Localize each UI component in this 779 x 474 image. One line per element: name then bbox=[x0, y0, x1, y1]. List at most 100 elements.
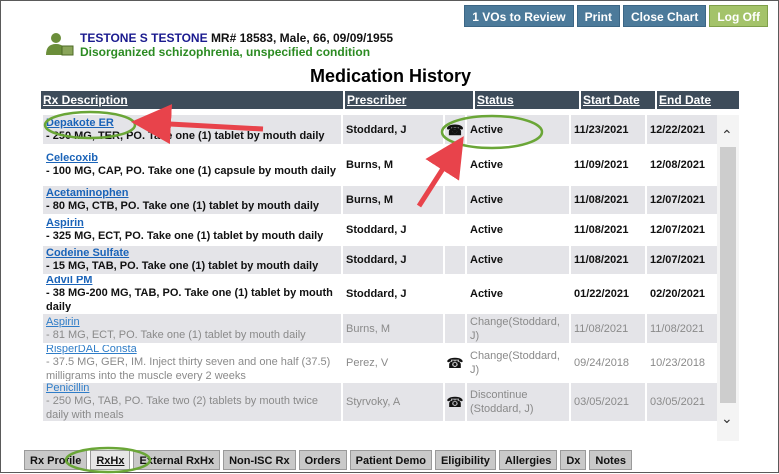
end-date-cell: 10/23/2018 bbox=[647, 345, 717, 381]
telephone-icon: ☎ bbox=[446, 121, 464, 138]
phone-icon-cell: ☎ bbox=[445, 383, 467, 421]
table-scrollbar[interactable]: ⌃ ⌄ bbox=[717, 115, 739, 441]
sig-text: - 15 MG, TAB, PO. Take one (1) tablet by… bbox=[46, 260, 319, 272]
scrollbar-thumb[interactable] bbox=[720, 147, 736, 403]
tab-external-rxhx[interactable]: External RxHx bbox=[133, 450, 221, 470]
rx-description-cell: Penicillin - 250 MG, TAB, PO. Take two (2… bbox=[43, 383, 343, 421]
tab-orders[interactable]: Orders bbox=[298, 450, 347, 470]
patient-name: TESTONE S TESTONE bbox=[80, 31, 208, 45]
prescriber-cell: Burns, M bbox=[343, 186, 445, 214]
table-row[interactable]: Penicillin - 250 MG, TAB, PO. Take two (2… bbox=[43, 383, 717, 423]
telephone-icon: ☎ bbox=[446, 394, 464, 410]
end-date-cell: 02/20/2021 bbox=[647, 276, 717, 312]
drug-link[interactable]: Acetaminophen bbox=[46, 187, 129, 199]
table-row[interactable]: RisperDAL Consta - 37.5 MG, GER, IM. Inje… bbox=[43, 345, 717, 383]
drug-link[interactable]: Celecoxib bbox=[46, 152, 98, 164]
tab-eligibility[interactable]: Eligibility bbox=[434, 450, 496, 470]
phone-icon-cell bbox=[445, 146, 467, 184]
end-date-cell: 03/05/2021 bbox=[647, 383, 717, 421]
rx-description-cell: RisperDAL Consta - 37.5 MG, GER, IM. Inje… bbox=[43, 345, 343, 381]
close-chart-button[interactable]: Close Chart bbox=[622, 5, 707, 27]
rx-description-cell: Aspirin - 81 MG, ECT, PO. Take one (1) ta… bbox=[43, 314, 343, 343]
end-date-cell: 12/07/2021 bbox=[647, 186, 717, 214]
tab-rxhx[interactable]: RxHx bbox=[90, 450, 131, 470]
chevron-down-icon[interactable]: ⌄ bbox=[721, 410, 733, 427]
end-date-cell: 12/22/2021 bbox=[647, 115, 717, 144]
prescriber-cell: Stoddard, J bbox=[343, 115, 445, 144]
table-row[interactable]: Depakote ER - 250 MG, TER, PO. Take one (… bbox=[43, 115, 717, 146]
start-date-cell: 01/22/2021 bbox=[571, 276, 647, 312]
rx-description-cell: Codeine Sulfate - 15 MG, TAB, PO. Take on… bbox=[43, 246, 343, 274]
prescriber-cell: Styrvoky, A bbox=[343, 383, 445, 421]
column-status[interactable]: Status bbox=[475, 91, 581, 109]
rx-description-cell: Depakote ER - 250 MG, TER, PO. Take one (… bbox=[43, 115, 343, 144]
top-toolbar: 1 VOs to Review Print Close Chart Log Of… bbox=[464, 5, 768, 27]
sig-text: - 100 MG, CAP, PO. Take one (1) capsule … bbox=[46, 165, 336, 177]
drug-link[interactable]: Codeine Sulfate bbox=[46, 247, 129, 259]
status-cell: Active bbox=[467, 115, 571, 144]
tab-allergies[interactable]: Allergies bbox=[498, 450, 558, 470]
tab-rx-profile[interactable]: Rx Profile bbox=[24, 450, 88, 470]
bottom-tab-bar: Rx Profile RxHx External RxHx Non-ISC Rx Ord… bbox=[24, 450, 632, 470]
table-row[interactable]: Advil PM - 38 MG-200 MG, TAB, PO. Take on… bbox=[43, 276, 717, 314]
start-date-cell: 09/24/2018 bbox=[571, 345, 647, 381]
tab-dx[interactable]: Dx bbox=[560, 450, 587, 470]
table-row[interactable]: Codeine Sulfate - 15 MG, TAB, PO. Take on… bbox=[43, 246, 717, 276]
table-row[interactable]: Aspirin - 325 MG, ECT, PO. Take one (1) t… bbox=[43, 216, 717, 246]
patient-diagnosis: Disorganized schizophrenia, unspecified … bbox=[80, 45, 371, 59]
end-date-cell: 12/08/2021 bbox=[647, 146, 717, 184]
drug-link[interactable]: Aspirin bbox=[46, 217, 84, 229]
end-date-cell: 11/08/2021 bbox=[647, 314, 717, 343]
phone-icon-cell bbox=[445, 246, 467, 274]
telephone-icon: ☎ bbox=[446, 355, 464, 371]
table-row[interactable]: Acetaminophen - 80 MG, CTB, PO. Take one … bbox=[43, 186, 717, 216]
phone-icon-cell bbox=[445, 314, 467, 343]
status-cell: Active bbox=[467, 146, 571, 184]
vos-review-button[interactable]: 1 VOs to Review bbox=[464, 5, 574, 27]
tab-non-isc-rx[interactable]: Non-ISC Rx bbox=[223, 450, 296, 470]
patient-person-icon bbox=[46, 33, 74, 56]
phone-icon-cell bbox=[445, 216, 467, 244]
column-rx-description[interactable]: Rx Description bbox=[41, 91, 345, 109]
drug-link[interactable]: RisperDAL Consta bbox=[46, 345, 137, 355]
table-row[interactable]: Celecoxib - 100 MG, CAP, PO. Take one (1)… bbox=[43, 146, 717, 186]
start-date-cell: 11/08/2021 bbox=[571, 216, 647, 244]
log-off-button[interactable]: Log Off bbox=[709, 5, 768, 27]
tab-notes[interactable]: Notes bbox=[589, 450, 632, 470]
status-cell: Active bbox=[467, 216, 571, 244]
phone-icon-cell: ☎ bbox=[445, 345, 467, 381]
tab-patient-demo[interactable]: Patient Demo bbox=[349, 450, 432, 470]
start-date-cell: 11/23/2021 bbox=[571, 115, 647, 144]
start-date-cell: 11/08/2021 bbox=[571, 246, 647, 274]
chevron-up-icon[interactable]: ⌃ bbox=[721, 127, 733, 144]
prescriber-cell: Burns, M bbox=[343, 314, 445, 343]
rx-description-cell: Acetaminophen - 80 MG, CTB, PO. Take one … bbox=[43, 186, 343, 214]
table-row[interactable]: Aspirin - 81 MG, ECT, PO. Take one (1) ta… bbox=[43, 314, 717, 345]
print-button[interactable]: Print bbox=[576, 5, 620, 27]
phone-icon-cell: ☎ bbox=[445, 115, 467, 144]
status-cell: Active bbox=[467, 246, 571, 274]
status-cell: Active bbox=[467, 186, 571, 214]
phone-icon-cell bbox=[445, 276, 467, 312]
prescriber-cell: Stoddard, J bbox=[343, 216, 445, 244]
drug-link[interactable]: Penicillin bbox=[46, 383, 89, 394]
column-start-date[interactable]: Start Date bbox=[581, 91, 657, 109]
prescriber-cell: Stoddard, J bbox=[343, 246, 445, 274]
drug-link[interactable]: Depakote ER bbox=[46, 117, 114, 129]
start-date-cell: 11/09/2021 bbox=[571, 146, 647, 184]
status-cell: Active bbox=[467, 276, 571, 312]
table-header: Rx Description Prescriber Status Start D… bbox=[41, 91, 739, 109]
patient-info: MR# 18583, Male, 66, 09/09/1955 bbox=[210, 31, 394, 45]
sig-text: - 37.5 MG, GER, IM. Inject thirty seven … bbox=[46, 356, 331, 381]
status-cell: Change(Stoddard, J) bbox=[467, 314, 571, 343]
drug-link[interactable]: Advil PM bbox=[46, 276, 92, 286]
rx-description-cell: Aspirin - 325 MG, ECT, PO. Take one (1) t… bbox=[43, 216, 343, 244]
sig-text: - 38 MG-200 MG, TAB, PO. Take one (1) ta… bbox=[46, 287, 333, 312]
drug-link[interactable]: Aspirin bbox=[46, 316, 80, 328]
end-date-cell: 12/07/2021 bbox=[647, 246, 717, 274]
sig-text: - 81 MG, ECT, PO. Take one (1) tablet by… bbox=[46, 328, 306, 341]
column-end-date[interactable]: End Date bbox=[657, 91, 739, 109]
patient-name-line: TESTONE S TESTONE MR# 18583, Male, 66, 0… bbox=[80, 31, 393, 45]
column-prescriber[interactable]: Prescriber bbox=[345, 91, 475, 109]
start-date-cell: 03/05/2021 bbox=[571, 383, 647, 421]
